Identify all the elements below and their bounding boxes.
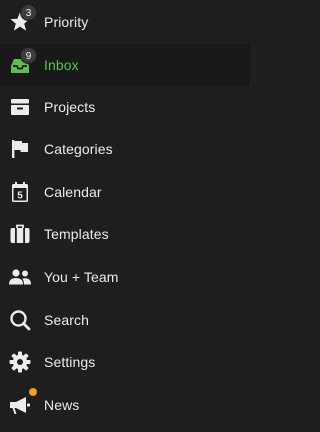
sidebar-item-categories[interactable]: Categories: [0, 128, 250, 170]
sidebar-item-label: Search: [44, 312, 89, 328]
sidebar-item-label: Settings: [44, 354, 96, 370]
sidebar-item-news[interactable]: News: [0, 384, 250, 426]
sidebar-item-label: Projects: [44, 99, 96, 115]
sidebar-item-inbox[interactable]: 9 Inbox: [0, 44, 250, 86]
sidebar-item-label: Categories: [44, 141, 113, 157]
calendar-icon: 5: [8, 180, 32, 204]
priority-count-badge: 3: [20, 4, 37, 21]
sidebar-item-label: Calendar: [44, 184, 102, 200]
team-icon: [8, 265, 32, 289]
sidebar-item-label: You + Team: [44, 269, 119, 285]
sidebar-item-label: News: [44, 397, 80, 413]
star-icon: 3: [8, 4, 37, 34]
sidebar-item-projects[interactable]: Projects: [0, 86, 250, 128]
sidebar-item-label: Inbox: [44, 57, 79, 73]
sidebar-item-you-team[interactable]: You + Team: [0, 256, 250, 298]
calendar-day-number: 5: [17, 190, 23, 201]
briefcase-icon: [8, 222, 32, 246]
projects-icon: [8, 95, 32, 119]
sidebar-item-label: Templates: [44, 226, 109, 242]
sidebar-item-priority[interactable]: 3 Priority: [0, 1, 250, 43]
megaphone-icon: [8, 388, 37, 417]
sidebar-item-settings[interactable]: Settings: [0, 341, 250, 383]
search-icon: [8, 308, 32, 332]
sidebar-item-calendar[interactable]: 5 Calendar: [0, 171, 250, 213]
news-notification-dot: [29, 388, 37, 396]
sidebar-nav: 3 Priority 9 Inbox Projects Categories 5…: [0, 0, 250, 432]
flag-icon: [8, 137, 32, 161]
gear-icon: [8, 350, 32, 374]
sidebar-item-label: Priority: [44, 14, 89, 30]
sidebar-item-search[interactable]: Search: [0, 299, 250, 341]
sidebar-item-templates[interactable]: Templates: [0, 213, 250, 255]
inbox-count-badge: 9: [20, 47, 37, 64]
inbox-icon: 9: [8, 47, 37, 77]
